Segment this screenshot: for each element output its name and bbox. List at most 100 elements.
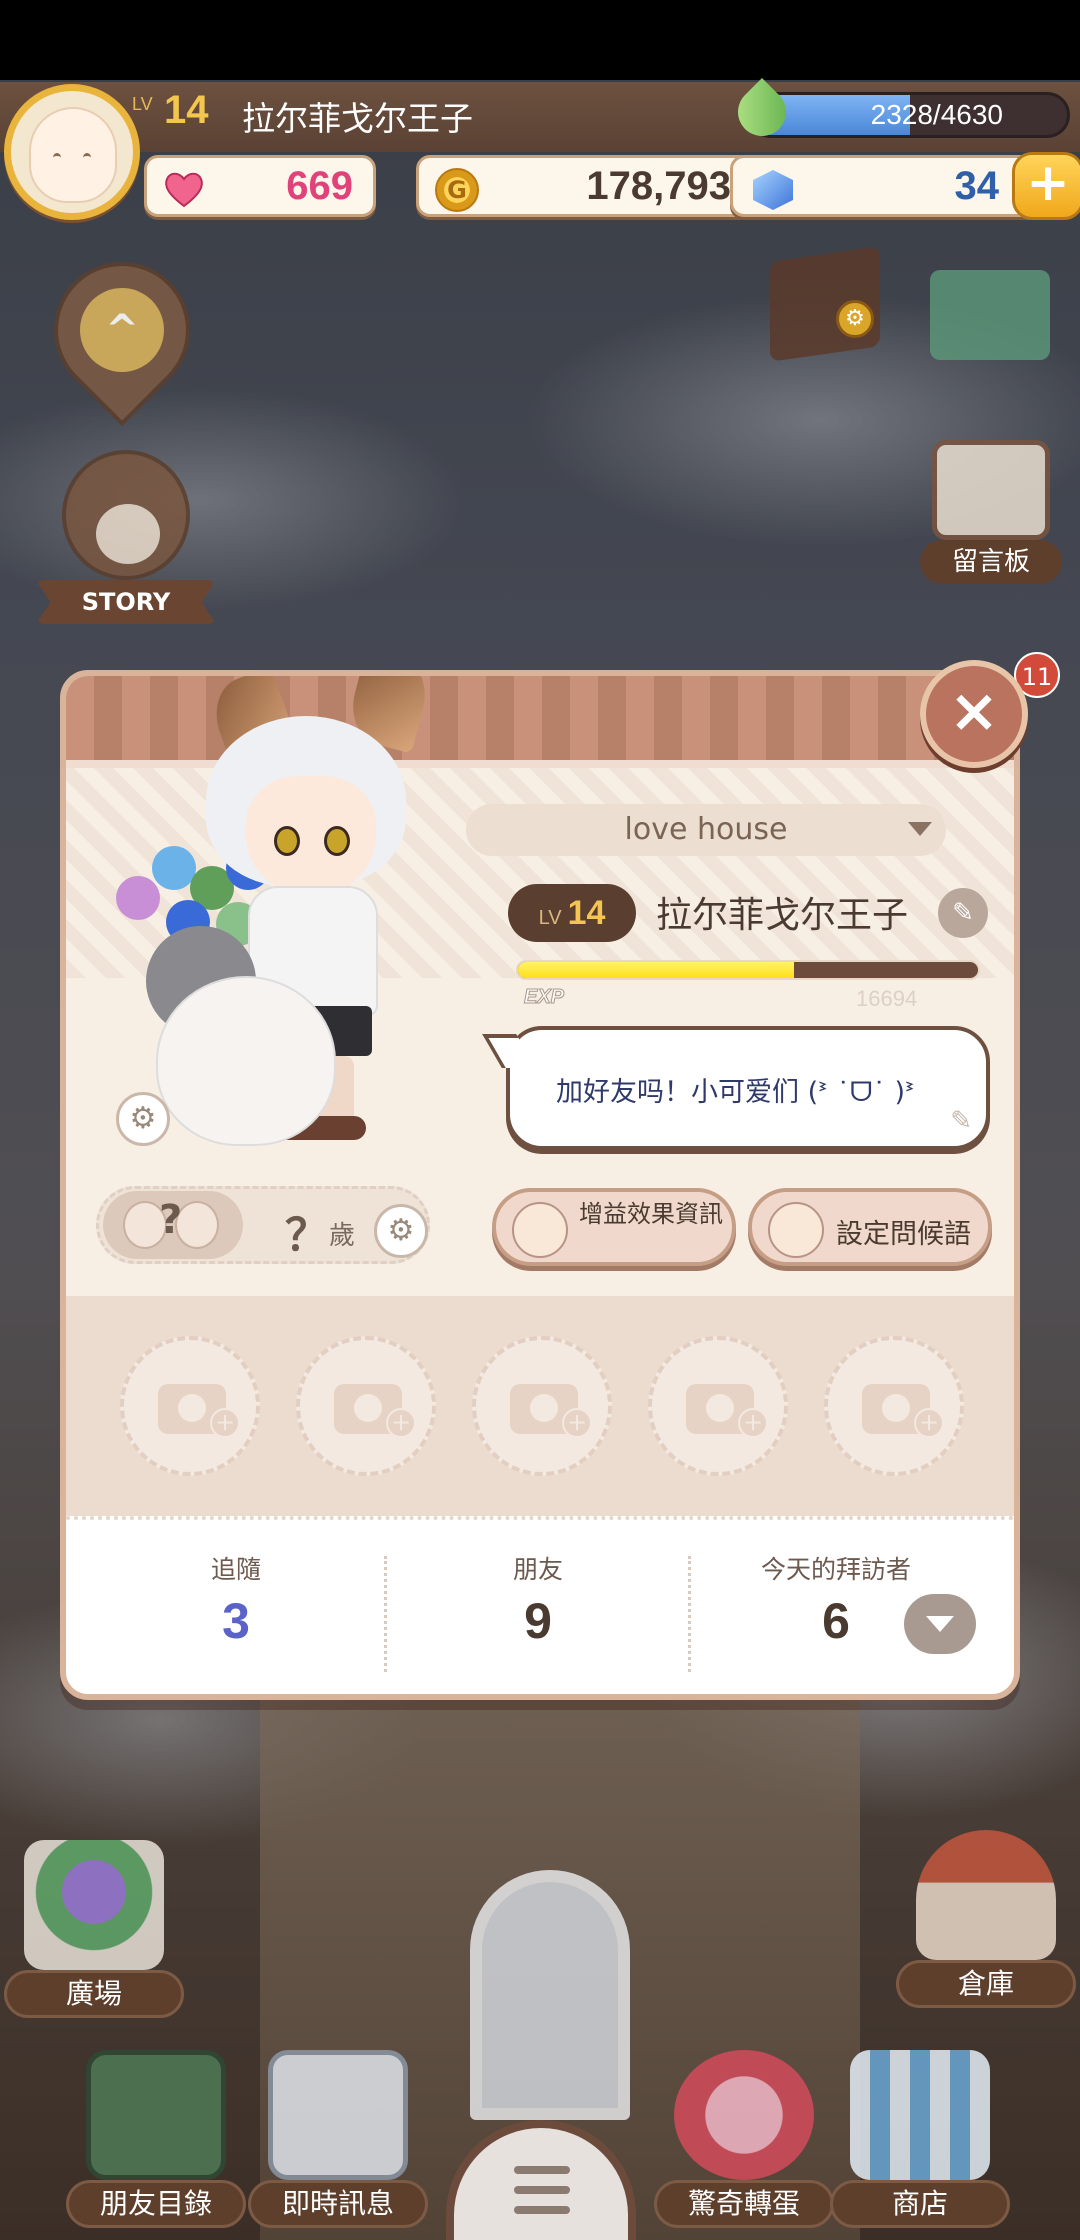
add-photo-icon — [510, 1384, 592, 1438]
house-window — [470, 1870, 630, 2120]
character-settings-gear-icon[interactable]: ⚙ — [116, 1092, 170, 1146]
warehouse-button[interactable]: 倉庫 — [896, 1830, 1076, 2030]
house-name: love house — [624, 812, 788, 847]
gems-value: 34 — [954, 164, 1000, 208]
stamina-text: 2328/4630 — [870, 99, 1003, 130]
shop-label: 商店 — [830, 2180, 1010, 2228]
photo-slot[interactable] — [120, 1336, 260, 1476]
age-value: ？ — [285, 1210, 329, 1261]
divider — [384, 1556, 387, 1672]
warehouse-label: 倉庫 — [896, 1960, 1076, 2008]
age-unit: 歲 — [329, 1221, 356, 1251]
menu-line — [514, 2186, 570, 2194]
hearts-value: 669 — [286, 164, 353, 208]
pet-fox — [156, 976, 336, 1146]
photo-slot[interactable] — [296, 1336, 436, 1476]
profile-name: 拉尔菲戈尔王子 — [656, 895, 909, 936]
exterior-decor-button[interactable] — [930, 270, 1050, 360]
followers-value: 3 — [222, 1593, 250, 1649]
story-button[interactable]: STORY — [36, 450, 216, 640]
add-photo-icon — [158, 1384, 240, 1438]
photo-album — [66, 1296, 1014, 1516]
photo-slot[interactable] — [648, 1336, 788, 1476]
eye-left — [274, 826, 300, 856]
chevron-up-icon: ^ — [80, 288, 164, 372]
instant-message-label: 即時訊息 — [248, 2180, 428, 2228]
visitors-label: 今天的拜訪者 — [760, 1555, 911, 1584]
status-bar — [0, 0, 1080, 80]
add-gems-button[interactable]: + — [1012, 152, 1080, 220]
player-level: 14 — [164, 88, 209, 132]
warehouse-icon — [916, 1830, 1056, 1960]
gacha-button[interactable]: 驚奇轉蛋 — [654, 2050, 834, 2240]
message-board-label: 留言板 — [920, 540, 1062, 584]
set-greeting-button[interactable]: 設定問候語 — [748, 1188, 992, 1266]
heart-icon — [165, 172, 203, 208]
gacha-machine-icon — [674, 2050, 814, 2180]
story-label: STORY — [36, 580, 216, 624]
plaza-button[interactable]: 廣場 — [4, 1840, 184, 2040]
friends-book-icon — [86, 2050, 226, 2180]
profile-level: 14 — [567, 894, 606, 932]
followers-stat[interactable]: 追隨 3 — [86, 1550, 386, 1650]
coins-box[interactable]: G 178,793 — [416, 155, 754, 217]
add-photo-icon — [334, 1384, 416, 1438]
greeting-bubble[interactable]: 加好友吗！小可爱们 (ᕑ ˙ᗜ˙ )ᕑ ✎ — [506, 1026, 990, 1150]
character-face — [246, 776, 376, 896]
profile-level-pill: LV 14 — [508, 884, 636, 942]
buff-info-label: 增益效果資訊 — [579, 1200, 723, 1228]
couple-icon: ? — [103, 1191, 243, 1259]
currency-row: 669 G 178,793 34 — [140, 155, 1080, 221]
profile-level-prefix: LV — [538, 907, 562, 929]
plaza-label: 廣場 — [4, 1970, 184, 2018]
followers-label: 追隨 — [210, 1555, 261, 1584]
exp-value: 16694 — [856, 986, 918, 1011]
exp-label: EXP — [523, 986, 565, 1009]
gear-icon: ⚙ — [836, 300, 874, 338]
age-settings-gear-icon[interactable]: ⚙ — [374, 1204, 428, 1258]
exp-fill — [518, 962, 794, 978]
photo-slot[interactable] — [472, 1336, 612, 1476]
plaza-fountain-icon — [24, 1840, 164, 1970]
exp-bar — [516, 960, 980, 980]
player-name: 拉尔菲戈尔王子 — [242, 99, 473, 138]
friends-value: 9 — [524, 1593, 552, 1649]
set-greeting-label: 設定問候語 — [836, 1219, 971, 1250]
message-card-icon — [268, 2050, 408, 2180]
shop-button[interactable]: 商店 — [830, 2050, 1010, 2240]
eye-right — [324, 826, 350, 856]
coin-icon: G — [435, 168, 479, 212]
chevron-down-icon — [908, 822, 932, 836]
friends-list-button[interactable]: 朋友目錄 — [66, 2050, 246, 2240]
hearts-box[interactable]: 669 — [144, 155, 376, 217]
buff-info-button[interactable]: 增益效果資訊 — [492, 1188, 736, 1266]
add-photo-icon — [686, 1384, 768, 1438]
player-avatar[interactable] — [4, 84, 140, 220]
stamina-bar: 2328/4630 — [748, 92, 1070, 138]
instant-message-button[interactable]: 即時訊息 — [248, 2050, 428, 2240]
social-stats: 追隨 3 朋友 9 今天的拜訪者 6 — [66, 1516, 1014, 1694]
gacha-label: 驚奇轉蛋 — [654, 2180, 834, 2228]
friends-stat[interactable]: 朋友 9 — [388, 1550, 688, 1650]
coins-value: 178,793 — [586, 164, 731, 208]
menu-line — [514, 2166, 570, 2174]
friends-list-label: 朋友目錄 — [66, 2180, 246, 2228]
photo-slot[interactable] — [824, 1336, 964, 1476]
visitors-dropdown-button[interactable] — [904, 1594, 976, 1654]
house-select[interactable]: love house — [466, 804, 946, 856]
close-button[interactable]: × — [920, 660, 1028, 768]
edit-name-button[interactable]: ✎ — [938, 888, 988, 938]
notepad-icon — [932, 440, 1050, 540]
shop-stall-icon — [850, 2050, 990, 2180]
level-prefix: LV — [132, 94, 153, 114]
add-photo-icon — [862, 1384, 944, 1438]
avatar-face-icon — [29, 107, 117, 203]
gem-icon — [753, 170, 793, 210]
pencil-icon: ✎ — [950, 1106, 972, 1136]
buff-person-icon — [512, 1202, 568, 1258]
relationship-unknown: ? — [159, 1197, 183, 1243]
greeting-text: 加好友吗！小可爱们 (ᕑ ˙ᗜ˙ )ᕑ — [556, 1077, 915, 1108]
message-board-button[interactable]: 留言板 — [920, 440, 1062, 590]
dog-character-icon — [62, 450, 190, 580]
menu-line — [514, 2206, 570, 2214]
